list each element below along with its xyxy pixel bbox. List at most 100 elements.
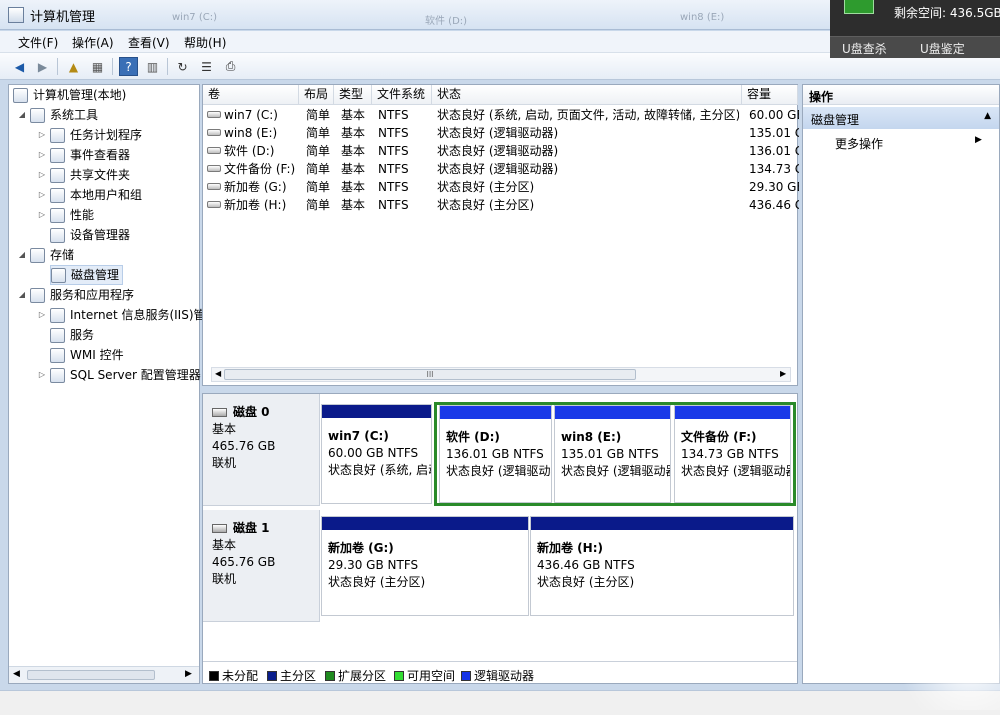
services-apps-icon: [30, 287, 45, 303]
tree-storage[interactable]: ◢ 存储: [17, 245, 74, 265]
logical-drive-bar: [555, 406, 670, 420]
partition-h[interactable]: 新加卷 (H:) 436.46 GB NTFS 状态良好 (主分区): [530, 516, 794, 616]
more-actions-item[interactable]: 更多操作 ▶: [835, 135, 982, 152]
expand-arrow-icon[interactable]: ▷: [37, 185, 47, 205]
partition-f[interactable]: 文件备份 (F:)134.73 GB NTFS状态良好 (逻辑驱动器): [674, 405, 791, 503]
expand-arrow-icon[interactable]: ▷: [37, 365, 47, 385]
export-list-icon[interactable]: ⎙: [221, 57, 240, 76]
cell-filesystem: NTFS: [378, 198, 409, 212]
volume-name: 新加卷 (G:): [224, 180, 287, 194]
partition-legend: 未分配 主分区 扩展分区 可用空间 逻辑驱动器: [203, 661, 797, 683]
disk-0-status: 联机: [212, 456, 237, 470]
cell-filesystem: NTFS: [378, 144, 409, 158]
volume-scroll-thumb[interactable]: III: [224, 369, 636, 380]
actions-header: 操作: [803, 85, 999, 105]
cell-layout: 简单: [306, 198, 331, 212]
computer-management-icon: [8, 7, 24, 23]
cell-volume: 新加卷 (G:): [207, 178, 301, 196]
udisk-scan-button[interactable]: U盘查杀: [842, 40, 887, 57]
cell-volume: 文件备份 (F:): [207, 160, 301, 178]
iis-icon: [50, 307, 65, 323]
scroll-right-arrow-icon[interactable]: ▶: [185, 669, 192, 679]
expand-arrow-icon[interactable]: ▷: [37, 205, 47, 225]
tree-task-scheduler[interactable]: ▷ 任务计划程序: [37, 125, 142, 145]
users-icon: [50, 187, 65, 203]
tree-system-tools[interactable]: ◢ 系统工具: [17, 105, 98, 125]
tree-shared-folders[interactable]: ▷ 共享文件夹: [37, 165, 130, 185]
tree-performance[interactable]: ▷ 性能: [37, 205, 94, 225]
collapse-arrow-icon[interactable]: ◢: [17, 285, 27, 305]
tree-wmi[interactable]: WMI 控件: [50, 345, 124, 365]
legend-primary: 主分区: [267, 667, 316, 684]
cell-filesystem: NTFS: [378, 108, 409, 122]
scroll-right-arrow-icon[interactable]: ▶: [780, 369, 786, 378]
udisk-check-button[interactable]: U盘鉴定: [920, 40, 965, 57]
cell-filesystem: NTFS: [378, 180, 409, 194]
actions-section-disk-management[interactable]: 磁盘管理 ▲: [803, 107, 999, 129]
partition-d[interactable]: 软件 (D:)136.01 GB NTFS状态良好 (逻辑驱动器): [439, 405, 552, 503]
refresh-icon[interactable]: ↻: [173, 57, 192, 76]
disk-1-label[interactable]: 磁盘 1 基本 465.76 GB 联机: [203, 510, 320, 622]
collapse-arrow-icon[interactable]: ◢: [17, 105, 27, 125]
menu-help[interactable]: 帮助(H): [184, 34, 226, 51]
tree-event-viewer[interactable]: ▷ 事件查看器: [37, 145, 130, 165]
cell-layout: 简单: [306, 162, 331, 176]
cell-volume: win8 (E:): [207, 124, 301, 142]
collapse-up-icon[interactable]: ▲: [984, 111, 991, 121]
cell-type: 基本: [341, 126, 366, 140]
scroll-left-arrow-icon[interactable]: ◀: [13, 669, 20, 679]
tree-root[interactable]: 计算机管理(本地): [13, 85, 126, 105]
help-icon[interactable]: ?: [119, 57, 138, 76]
legend-swatch: [461, 670, 471, 681]
menu-file[interactable]: 文件(F): [18, 34, 58, 51]
forward-arrow-icon[interactable]: ▶: [33, 57, 52, 76]
tree-horizontal-scrollbar[interactable]: ◀ ▶: [9, 666, 199, 683]
legend-swatch: [394, 670, 404, 681]
tree-sql[interactable]: ▷ SQL Server 配置管理器: [37, 365, 201, 385]
back-arrow-icon[interactable]: ◀: [10, 57, 29, 76]
scroll-left-arrow-icon[interactable]: ◀: [215, 369, 221, 378]
device-manager-icon: [50, 227, 65, 243]
expand-arrow-icon[interactable]: ▷: [37, 305, 47, 325]
expand-arrow-icon[interactable]: ▷: [37, 125, 47, 145]
partition-e[interactable]: win8 (E:)135.01 GB NTFS状态良好 (逻辑驱动器): [554, 405, 671, 503]
legend-swatch: [325, 670, 335, 681]
disk-1-status: 联机: [212, 572, 237, 586]
show-hide-tree-icon[interactable]: ▦: [88, 57, 107, 76]
navigation-tree: 计算机管理(本地) ◢ 系统工具 ▷ 任务计划程序 ▷ 事件查看器 ▷ 共享文件夹 ▷ 本…: [8, 84, 206, 684]
tree-local-users[interactable]: ▷ 本地用户和组: [37, 185, 142, 205]
hard-disk-icon: [212, 524, 227, 533]
tree-disk-management[interactable]: 磁盘管理: [50, 265, 124, 285]
column-status[interactable]: 状态: [432, 85, 742, 105]
expand-arrow-icon[interactable]: ▷: [37, 145, 47, 165]
tree-device-manager[interactable]: 设备管理器: [50, 225, 130, 245]
tree-iis[interactable]: ▷ Internet 信息服务(IIS)管: [37, 305, 206, 325]
tree-services-apps[interactable]: ◢ 服务和应用程序: [17, 285, 134, 305]
menu-view[interactable]: 查看(V): [128, 34, 170, 51]
column-filesystem[interactable]: 文件系统: [372, 85, 432, 105]
partition-c[interactable]: win7 (C:)60.00 GB NTFS状态良好 (系统, 启动, 页面文件…: [321, 404, 432, 504]
properties-icon[interactable]: ☰: [197, 57, 216, 76]
disk-0-type: 基本: [212, 422, 237, 436]
partition-g[interactable]: 新加卷 (G:) 29.30 GB NTFS 状态良好 (主分区): [321, 516, 529, 616]
cell-volume: 软件 (D:): [207, 142, 301, 160]
tree-scroll-thumb[interactable]: [27, 670, 155, 680]
tree-services[interactable]: 服务: [50, 325, 94, 345]
collapse-arrow-icon[interactable]: ◢: [17, 245, 27, 265]
udisk-widget: 剩余空间: 436.5GB U盘查杀 U盘鉴定: [830, 0, 1000, 58]
column-capacity[interactable]: 容量: [742, 85, 798, 105]
cell-status: 状态良好 (系统, 启动, 页面文件, 活动, 故障转储, 主分区): [437, 108, 739, 122]
volume-horizontal-scrollbar[interactable]: ◀ III ▶: [211, 367, 791, 382]
column-type[interactable]: 类型: [334, 85, 372, 105]
up-folder-icon[interactable]: ▲: [64, 57, 83, 76]
logical-drive-bar: [675, 406, 790, 420]
column-volume[interactable]: 卷: [203, 85, 299, 105]
show-action-pane-icon[interactable]: ▥: [143, 57, 162, 76]
volume-drive-icon: [207, 111, 221, 118]
expand-arrow-icon[interactable]: ▷: [37, 165, 47, 185]
disk-0-label[interactable]: 磁盘 0 基本 465.76 GB 联机: [203, 394, 320, 506]
column-layout[interactable]: 布局: [299, 85, 334, 105]
tools-icon: [30, 107, 45, 123]
cell-status: 状态良好 (主分区): [437, 180, 535, 194]
menu-action[interactable]: 操作(A): [72, 34, 114, 51]
